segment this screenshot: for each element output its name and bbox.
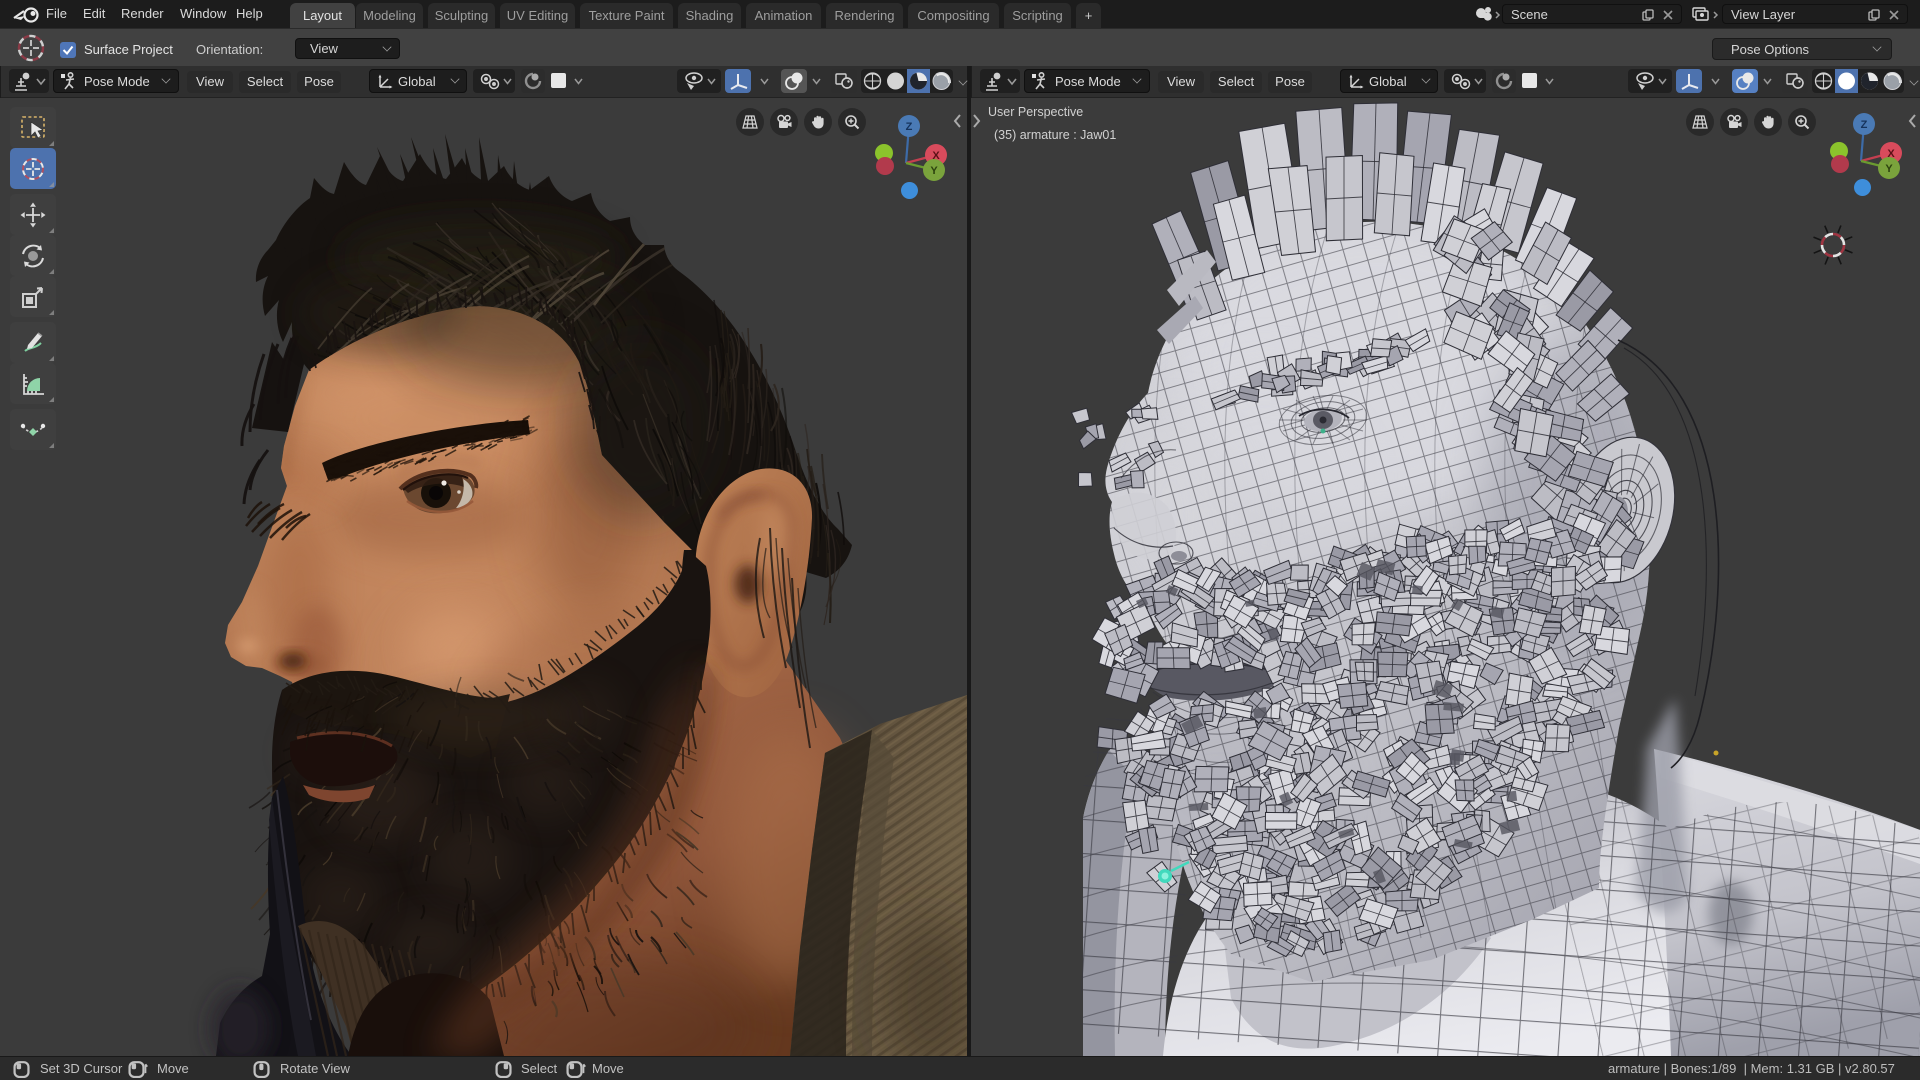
svg-text:Y: Y [930,165,938,177]
svg-text:Y: Y [1885,163,1893,175]
svg-text:User Perspective: User Perspective [988,105,1083,119]
svg-text:Z: Z [906,121,913,133]
svg-text:(35) armature : Jaw01: (35) armature : Jaw01 [994,128,1116,142]
svg-text:Z: Z [1861,119,1868,131]
